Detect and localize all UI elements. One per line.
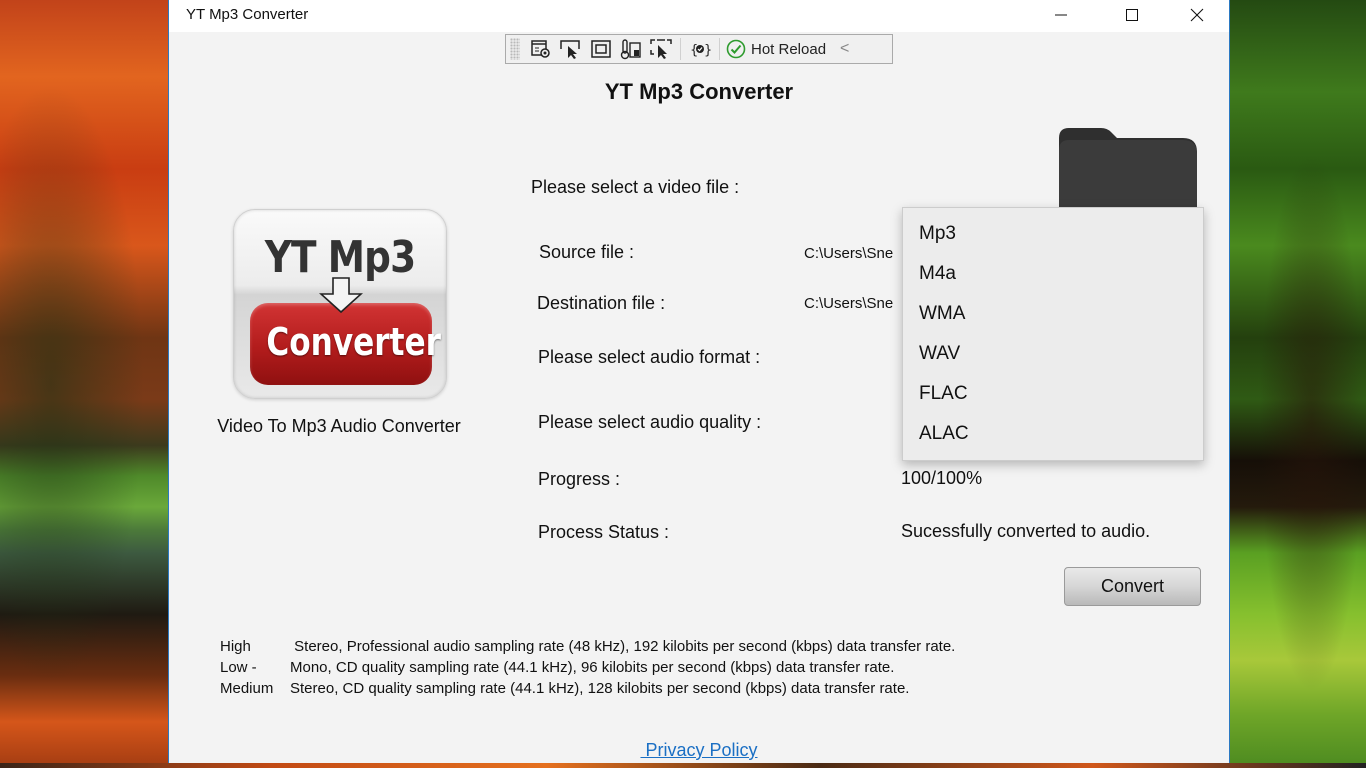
binding-failures-icon: { } [690,43,712,58]
close-button[interactable] [1174,0,1220,30]
source-file-path: C:\Users\Sne [804,245,894,262]
display-layout-adorners-icon [591,40,611,58]
desktop-wallpaper-left [0,0,170,768]
select-element-icon [560,40,580,59]
minimize-button[interactable] [1038,0,1084,30]
toolbar-separator [680,38,681,60]
track-focus-button[interactable] [616,36,646,62]
hot-reload-button[interactable]: Hot Reload [726,39,826,59]
title-bar: YT Mp3 Converter [169,0,1229,32]
quality-note-row: High Stereo, Professional audio sampling… [220,636,955,657]
toolbar-separator [719,38,720,60]
desktop-wallpaper-right [1230,0,1366,768]
audio-quality-label: Please select audio quality : [538,412,762,432]
process-status-label: Process Status : [538,522,670,542]
svg-text:}: } [704,43,712,58]
toolbar-grip-handle[interactable] [510,38,520,60]
format-option-wma[interactable]: WMA [903,294,1203,334]
format-option-flac[interactable]: FLAC [903,374,1203,414]
preview-selection-icon [650,39,672,59]
convert-button[interactable]: Convert [1064,567,1201,606]
display-layout-adorners-button[interactable] [586,36,616,62]
debug-toolbar: { } Hot Reload < [505,34,893,64]
progress-label: Progress : [538,469,621,489]
browse-folder-button[interactable] [1055,126,1200,212]
quality-name: Low - [220,659,257,676]
preview-selection-button[interactable] [646,36,676,62]
destination-file-path: C:\Users\Sne [804,295,894,312]
page-title: YT Mp3 Converter [604,79,794,104]
progress-value: 100/100% [901,468,983,488]
binding-failures-button[interactable]: { } [685,36,715,62]
quality-name: Medium [220,680,274,697]
track-focus-icon [620,39,641,60]
close-icon [1190,8,1204,22]
quality-note-row: Medium Stereo, CD quality sampling rate … [220,678,955,699]
audio-format-label: Please select audio format : [538,347,761,367]
select-video-label: Please select a video file : [531,177,740,197]
format-option-alac[interactable]: ALAC [903,414,1203,454]
quality-name: High [220,638,251,655]
live-visual-tree-button[interactable] [526,36,556,62]
taskbar-edge [0,763,1366,768]
app-window: YT Mp3 Converter {} Hot Reload < YT Mp3… [168,0,1230,768]
minimize-icon [1055,14,1067,16]
quality-descriptions: High Stereo, Professional audio sampling… [220,636,955,699]
format-option-wav[interactable]: WAV [903,334,1203,374]
app-logo: YT Mp3 Converter [233,209,447,399]
quality-description: Mono, CD quality sampling rate (44.1 kHz… [290,659,895,676]
maximize-icon [1126,9,1138,21]
window-title: YT Mp3 Converter [186,6,309,23]
folder-icon [1059,128,1197,212]
privacy-policy-link[interactable]: Privacy Policy [169,740,1229,761]
destination-file-label: Destination file : [537,293,666,313]
audio-format-dropdown-list: Mp3 M4a WMA WAV FLAC ALAC [902,207,1204,461]
process-status-value: Sucessfully converted to audio. [901,521,1151,541]
collapse-toolbar-icon[interactable]: < [840,40,849,58]
maximize-button[interactable] [1109,0,1155,30]
format-option-mp3[interactable]: Mp3 [903,214,1203,254]
logo-bottom-text: Converter [266,320,442,364]
live-visual-tree-icon [531,40,550,58]
quality-description: Stereo, Professional audio sampling rate… [290,638,956,655]
format-option-m4a[interactable]: M4a [903,254,1203,294]
quality-note-row: Low - Mono, CD quality sampling rate (44… [220,657,955,678]
logo-caption: Video To Mp3 Audio Converter [217,416,461,436]
download-arrow-icon [319,277,363,314]
source-file-label: Source file : [539,242,635,262]
quality-description: Stereo, CD quality sampling rate (44.1 k… [290,680,910,697]
select-element-button[interactable] [556,36,586,62]
check-circle-icon [726,39,746,59]
hot-reload-label: Hot Reload [751,40,827,58]
